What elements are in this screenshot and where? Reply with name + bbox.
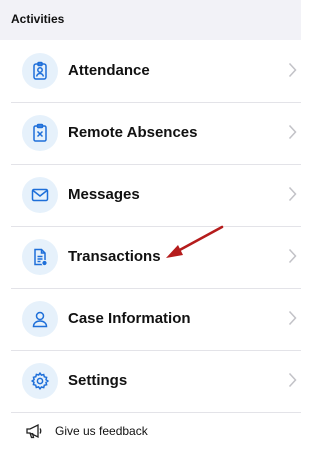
chevron-right-icon <box>288 186 297 207</box>
give-feedback-button[interactable]: Give us feedback <box>11 417 171 445</box>
megaphone-icon <box>25 423 45 444</box>
feedback-label: Give us feedback <box>55 424 148 438</box>
document-clock-icon <box>22 239 58 275</box>
activity-item-label: Attendance <box>68 62 150 79</box>
chevron-right-icon <box>288 372 297 393</box>
id-badge-icon <box>22 53 58 89</box>
activity-item-label: Settings <box>68 372 128 389</box>
envelope-icon <box>22 177 58 213</box>
activities-section-header: Activities <box>0 0 301 40</box>
activity-item-case-information[interactable]: Case Information <box>11 288 301 351</box>
section-title: Activities <box>11 12 65 26</box>
activity-item-attendance[interactable]: Attendance <box>11 40 301 103</box>
activity-item-messages[interactable]: Messages <box>11 164 301 227</box>
activity-item-label: Messages <box>68 186 140 203</box>
chevron-right-icon <box>288 124 297 145</box>
activity-item-transactions[interactable]: Transactions <box>11 226 301 289</box>
chevron-right-icon <box>288 310 297 331</box>
activity-item-label: Transactions <box>68 248 161 265</box>
chevron-right-icon <box>288 248 297 269</box>
activity-item-label: Case Information <box>68 310 191 327</box>
gear-icon <box>22 363 58 399</box>
activity-item-label: Remote Absences <box>68 124 198 141</box>
person-icon <box>22 301 58 337</box>
chevron-right-icon <box>288 62 297 83</box>
activity-item-remote-absences[interactable]: Remote Absences <box>11 102 301 165</box>
clipboard-x-icon <box>22 115 58 151</box>
activity-item-settings[interactable]: Settings <box>11 350 301 413</box>
